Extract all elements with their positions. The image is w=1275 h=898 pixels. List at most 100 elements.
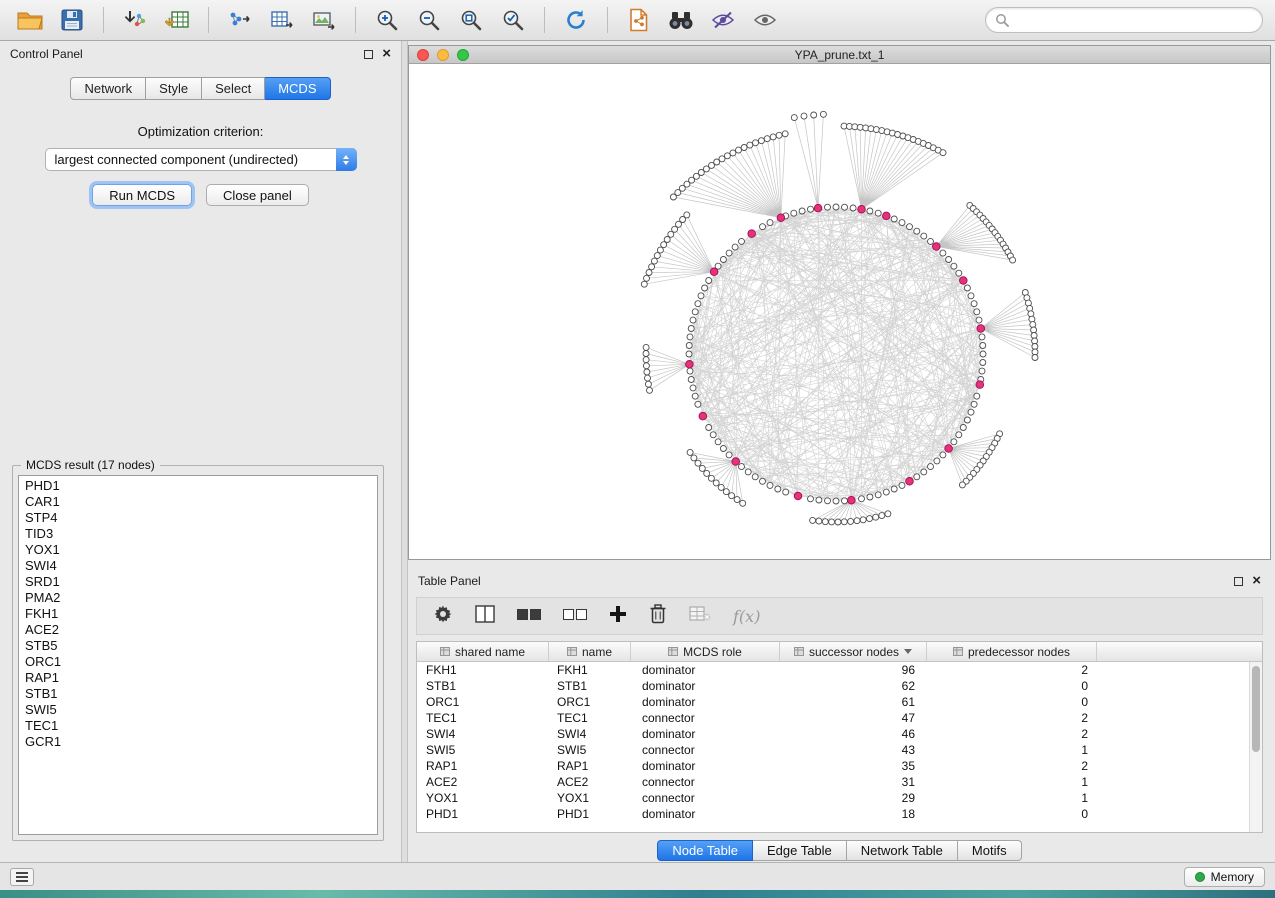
network-node[interactable]: [891, 486, 897, 492]
network-node[interactable]: [1010, 257, 1016, 263]
network-node[interactable]: [860, 517, 866, 523]
network-hub-node[interactable]: [906, 478, 914, 486]
select-all-button[interactable]: [517, 607, 541, 625]
mcds-result-item[interactable]: FKH1: [19, 606, 377, 622]
network-node[interactable]: [980, 351, 986, 357]
network-node[interactable]: [971, 301, 977, 307]
network-node[interactable]: [811, 112, 817, 118]
network-node[interactable]: [885, 511, 891, 517]
network-graph[interactable]: [409, 65, 1270, 560]
network-node[interactable]: [732, 244, 738, 250]
export-network-button[interactable]: [222, 4, 258, 36]
export-table-button[interactable]: [264, 4, 300, 36]
network-node[interactable]: [951, 263, 957, 269]
network-node[interactable]: [968, 293, 974, 299]
network-node[interactable]: [739, 464, 745, 470]
network-node[interactable]: [643, 357, 649, 363]
network-hub-node[interactable]: [732, 458, 740, 466]
show-details-button[interactable]: [747, 4, 783, 36]
network-node[interactable]: [1032, 355, 1038, 361]
network-node[interactable]: [720, 257, 726, 263]
zoom-out-button[interactable]: [411, 4, 447, 36]
network-node[interactable]: [848, 518, 854, 524]
apply-layout-button[interactable]: [558, 4, 594, 36]
network-node[interactable]: [686, 343, 692, 349]
network-hub-node[interactable]: [977, 325, 985, 333]
network-node[interactable]: [690, 317, 696, 323]
network-node[interactable]: [808, 206, 814, 212]
network-node[interactable]: [859, 496, 865, 502]
column-header-shared-name[interactable]: shared name: [417, 642, 549, 661]
network-node[interactable]: [752, 474, 758, 480]
table-row[interactable]: YOX1YOX1connector291: [417, 790, 1249, 806]
network-node[interactable]: [775, 486, 781, 492]
network-node[interactable]: [686, 351, 692, 357]
table-row[interactable]: RAP1RAP1dominator352: [417, 758, 1249, 774]
mcds-result-item[interactable]: CAR1: [19, 494, 377, 510]
scrollbar-thumb[interactable]: [1252, 666, 1260, 752]
network-node[interactable]: [641, 281, 647, 287]
network-node[interactable]: [791, 115, 797, 121]
open-network-button[interactable]: [12, 4, 48, 36]
network-node[interactable]: [741, 145, 747, 151]
network-hub-node[interactable]: [945, 445, 953, 453]
network-node[interactable]: [940, 452, 946, 458]
network-node[interactable]: [801, 113, 807, 119]
network-node[interactable]: [690, 385, 696, 391]
network-node[interactable]: [654, 253, 660, 259]
network-hub-node[interactable]: [710, 268, 718, 276]
tab-style[interactable]: Style: [146, 77, 202, 100]
table-row[interactable]: SWI5SWI5connector431: [417, 742, 1249, 758]
network-node[interactable]: [873, 514, 879, 520]
network-node[interactable]: [767, 482, 773, 488]
network-node[interactable]: [854, 518, 860, 524]
network-node[interactable]: [657, 247, 663, 253]
network-node[interactable]: [968, 409, 974, 415]
function-builder-button[interactable]: f(x): [733, 607, 760, 626]
table-row[interactable]: FKH1FKH1dominator962: [417, 662, 1249, 678]
network-node[interactable]: [645, 375, 651, 381]
column-header-predecessor-nodes[interactable]: predecessor nodes: [927, 642, 1097, 661]
table-row[interactable]: ORC1ORC1dominator610: [417, 694, 1249, 710]
network-node[interactable]: [688, 377, 694, 383]
network-hub-node[interactable]: [748, 230, 756, 238]
column-header-mcds-role[interactable]: MCDS role: [631, 642, 780, 661]
network-node[interactable]: [825, 204, 831, 210]
mcds-result-item[interactable]: STB5: [19, 638, 377, 654]
network-node[interactable]: [730, 150, 736, 156]
network-node[interactable]: [644, 369, 650, 375]
zoom-in-button[interactable]: [369, 4, 405, 36]
network-node[interactable]: [899, 220, 905, 226]
network-node[interactable]: [770, 134, 776, 140]
network-node[interactable]: [715, 439, 721, 445]
column-header-successor-nodes[interactable]: successor nodes: [780, 642, 927, 661]
network-hub-node[interactable]: [883, 212, 891, 220]
network-node[interactable]: [971, 401, 977, 407]
table-row[interactable]: TEC1TEC1connector472: [417, 710, 1249, 726]
network-node[interactable]: [691, 455, 697, 461]
network-node[interactable]: [979, 368, 985, 374]
network-node[interactable]: [758, 138, 764, 144]
network-node[interactable]: [808, 496, 814, 502]
network-node[interactable]: [928, 464, 934, 470]
network-node[interactable]: [710, 432, 716, 438]
minimize-window-icon[interactable]: [437, 49, 449, 61]
share-document-button[interactable]: [621, 4, 657, 36]
network-node[interactable]: [899, 482, 905, 488]
network-node[interactable]: [726, 250, 732, 256]
network-canvas[interactable]: [409, 65, 1270, 559]
network-node[interactable]: [745, 469, 751, 475]
table-scrollbar[interactable]: [1249, 662, 1262, 832]
table-row[interactable]: SWI4SWI4dominator462: [417, 726, 1249, 742]
network-node[interactable]: [956, 270, 962, 276]
network-node[interactable]: [875, 492, 881, 498]
network-node[interactable]: [747, 142, 753, 148]
network-node[interactable]: [867, 494, 873, 500]
network-node[interactable]: [767, 220, 773, 226]
network-node[interactable]: [684, 212, 690, 218]
vertical-splitter[interactable]: [401, 41, 408, 862]
network-node[interactable]: [695, 301, 701, 307]
network-hub-node[interactable]: [777, 214, 785, 222]
network-node[interactable]: [760, 478, 766, 484]
network-node[interactable]: [822, 519, 828, 525]
